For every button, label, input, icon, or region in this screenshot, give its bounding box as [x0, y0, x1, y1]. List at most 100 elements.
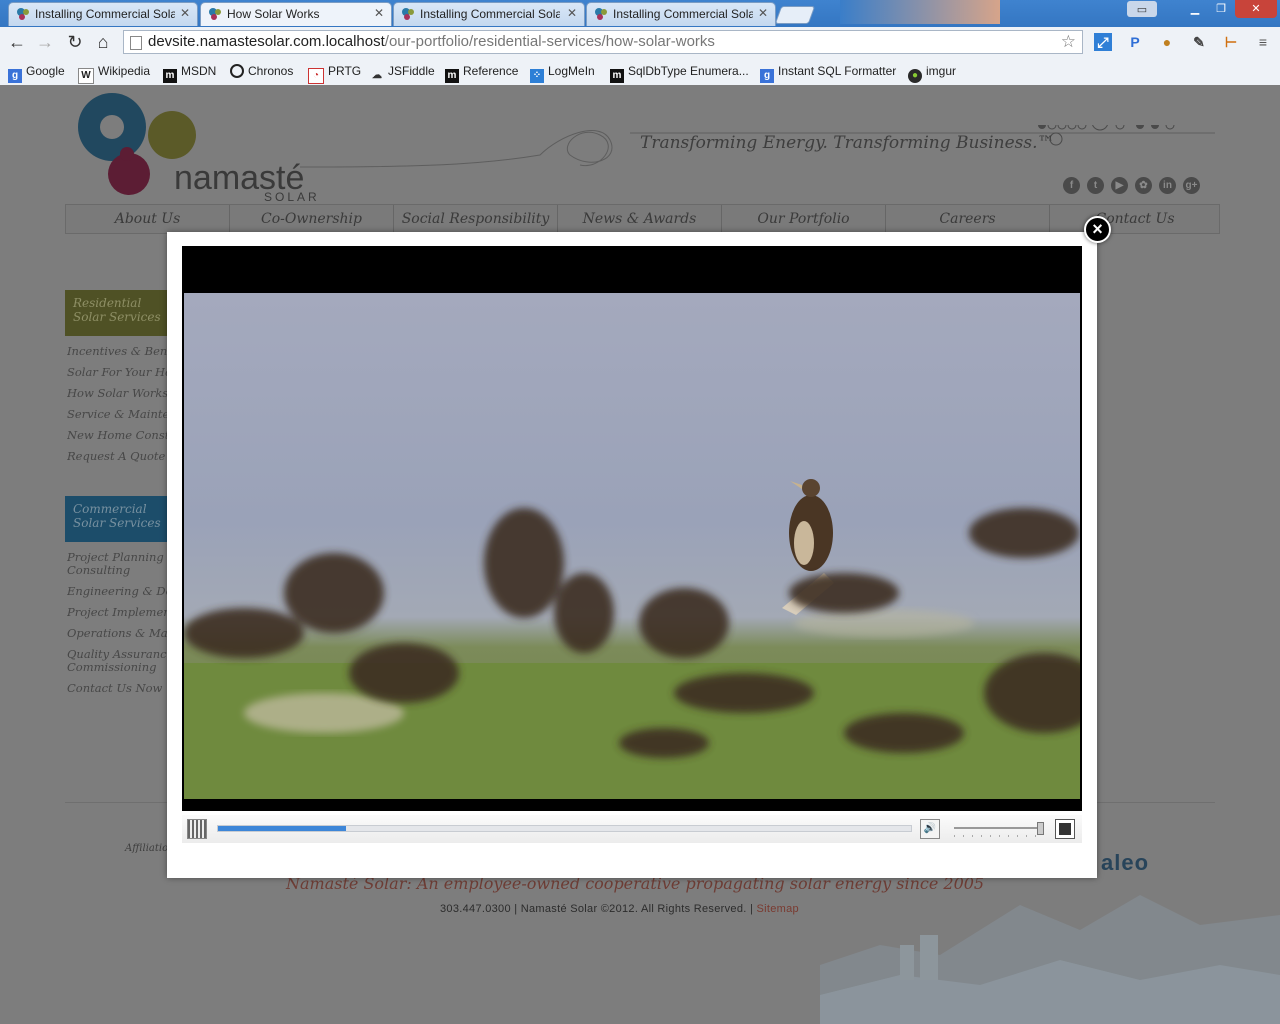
- tab-installing-commercial-3[interactable]: Installing Commercial Solar Pow ✕: [586, 2, 776, 26]
- eyedropper-icon[interactable]: ✎: [1190, 33, 1208, 51]
- close-icon[interactable]: ×: [1084, 216, 1111, 243]
- video-frame-birds-on-grass[interactable]: [184, 293, 1080, 799]
- back-arrow-icon[interactable]: ←: [6, 31, 28, 53]
- p-icon[interactable]: P: [1126, 33, 1144, 51]
- cookie-icon[interactable]: ●: [1158, 33, 1176, 51]
- bookmark-instant-sql-formatter[interactable]: g Instant SQL Formatter: [760, 64, 896, 83]
- tab-close-icon[interactable]: ✕: [567, 6, 577, 20]
- sidebar-link-project-planning[interactable]: Project Planning & Consulting: [67, 551, 167, 577]
- tab-installing-commercial-2[interactable]: Installing Commercial Solar Pow ✕: [393, 2, 585, 26]
- bookmark-msdn[interactable]: m MSDN: [163, 64, 216, 83]
- footer-copyright: 303.447.0300 | Namasté Solar ©2012. All …: [440, 903, 799, 915]
- google-icon: g: [8, 69, 22, 83]
- bookmark-imgur[interactable]: ● imgur: [908, 64, 956, 83]
- tab-installing-commercial-1[interactable]: Installing Commercial Solar Pow ✕: [8, 2, 198, 26]
- new-tab-button[interactable]: [774, 6, 816, 24]
- sidebar-link-engineering-design[interactable]: Engineering & Design: [67, 585, 167, 598]
- seek-bar[interactable]: [217, 825, 912, 832]
- logmein-icon: ⁘: [530, 69, 544, 83]
- resize-icon[interactable]: ⤢: [1094, 33, 1112, 51]
- restore-icon[interactable]: ❐: [1209, 0, 1233, 18]
- bookmark-logmein[interactable]: ⁘ LogMeIn: [530, 64, 595, 83]
- tab-title: Installing Commercial Solar Pow: [613, 7, 753, 21]
- namaste-favicon-icon: [209, 8, 221, 20]
- tab-close-icon[interactable]: ✕: [758, 6, 768, 20]
- commercial-services-heading[interactable]: Commercial Solar Services: [65, 496, 168, 542]
- nav-careers[interactable]: Careers: [886, 205, 1050, 233]
- logo-subtitle: SOLAR: [264, 190, 320, 204]
- browser-chrome: Installing Commercial Solar Pow ✕ How So…: [0, 0, 1280, 86]
- bookmark-star-icon[interactable]: ☆: [1061, 31, 1076, 53]
- bookmark-google[interactable]: g Google: [8, 64, 65, 83]
- sitemap-link[interactable]: Sitemap: [756, 903, 798, 915]
- msdn-icon: m: [163, 69, 177, 83]
- volume-knob[interactable]: [1036, 822, 1044, 835]
- youtube-icon[interactable]: ▶: [1111, 177, 1128, 194]
- reload-icon[interactable]: ↻: [64, 31, 86, 53]
- nav-news-awards[interactable]: News & Awards: [558, 205, 722, 233]
- bookmark-chronos[interactable]: Chronos: [230, 64, 293, 78]
- residential-services-heading[interactable]: Residential Solar Services: [65, 290, 168, 336]
- main-navigation: About Us Co-Ownership Social Responsibil…: [65, 204, 1220, 234]
- sidebar-link-contact-us-now[interactable]: Contact Us Now: [67, 682, 167, 695]
- namaste-favicon-icon: [402, 8, 414, 20]
- profile-icon[interactable]: ▭: [1127, 1, 1157, 17]
- volume-icon[interactable]: 🔊: [920, 819, 940, 839]
- nav-about-us[interactable]: About Us: [66, 205, 230, 233]
- sidebar-link-how-solar-works[interactable]: How Solar Works: [67, 387, 167, 400]
- namaste-solar-logo[interactable]: namasté SOLAR: [78, 93, 320, 204]
- tab-close-icon[interactable]: ✕: [180, 6, 190, 20]
- video-scene-illustration: [184, 479, 1080, 799]
- video-lightbox: 🔊: [167, 232, 1097, 878]
- chronos-icon: [230, 64, 244, 78]
- link-line: Consulting: [67, 563, 131, 577]
- linkedin-icon[interactable]: in: [1159, 177, 1176, 194]
- fullscreen-icon[interactable]: [1055, 819, 1075, 839]
- facebook-icon[interactable]: f: [1063, 177, 1080, 194]
- nav-social-responsibility[interactable]: Social Responsibility: [394, 205, 558, 233]
- tab-title: How Solar Works: [227, 7, 320, 21]
- sidebar-link-solar-for-home[interactable]: Solar For Your Home: [67, 366, 167, 379]
- bookmark-label: Reference: [463, 64, 519, 78]
- flickr-icon[interactable]: ✿: [1135, 177, 1152, 194]
- nav-our-portfolio[interactable]: Our Portfolio: [722, 205, 886, 233]
- forward-arrow-icon[interactable]: →: [34, 31, 56, 53]
- bookmark-wikipedia[interactable]: W Wikipedia: [78, 64, 150, 84]
- bookmark-prtg[interactable]: ◔ PRTG: [308, 64, 361, 84]
- nav-co-ownership[interactable]: Co-Ownership: [230, 205, 394, 233]
- sidebar-link-request-quote[interactable]: Request A Quote: [67, 450, 167, 463]
- address-bar[interactable]: devsite.namastesolar.com.localhost/our-p…: [123, 30, 1083, 54]
- heading-line: Residential: [73, 296, 142, 310]
- nav-contact-us[interactable]: Contact Us: [1050, 205, 1220, 233]
- bookmark-sqldbtype[interactable]: m SqlDbType Enumera...: [610, 64, 749, 83]
- twitter-icon[interactable]: t: [1087, 177, 1104, 194]
- sidebar-link-new-home-construction[interactable]: New Home Construction: [67, 429, 167, 442]
- sidebar-link-operations-maintenance[interactable]: Operations & Maintenance: [67, 627, 167, 640]
- bookmark-jsfiddle[interactable]: ☁ JSFiddle: [370, 64, 435, 83]
- volume-slider[interactable]: [954, 822, 1044, 835]
- bookmark-reference[interactable]: m Reference: [445, 64, 518, 83]
- logo-circle-hole: [100, 115, 124, 139]
- pause-icon[interactable]: [187, 819, 207, 839]
- ruler-icon[interactable]: ⊢: [1222, 33, 1240, 51]
- browser-toolbar: ← → ↻ ⌂ devsite.namastesolar.com.localho…: [0, 27, 1280, 60]
- google-plus-icon[interactable]: g+: [1183, 177, 1200, 194]
- sidebar-link-service-maintenance[interactable]: Service & Maintenance: [67, 408, 167, 421]
- video-player[interactable]: [182, 246, 1082, 811]
- tab-close-icon[interactable]: ✕: [374, 6, 384, 20]
- home-icon[interactable]: ⌂: [92, 31, 114, 53]
- sidebar-link-project-implementation[interactable]: Project Implementation: [67, 606, 167, 619]
- minimize-icon[interactable]: ▁: [1183, 0, 1207, 18]
- bookmark-label: imgur: [926, 64, 957, 78]
- sidebar-link-quality-assurance[interactable]: Quality Assurance & Commissioning: [67, 648, 167, 674]
- tab-how-solar-works[interactable]: How Solar Works ✕: [200, 2, 392, 26]
- bookmarks-bar: g Google W Wikipedia m MSDN Chronos ◔ PRTG ☁…: [0, 59, 1280, 86]
- window-close-icon[interactable]: ✕: [1235, 0, 1277, 18]
- prtg-icon: ◔: [308, 68, 324, 84]
- social-links: f t ▶ ✿ in g+: [1063, 175, 1207, 194]
- google-icon: g: [760, 69, 774, 83]
- sidebar-link-incentives[interactable]: Incentives & Benefits: [67, 345, 167, 358]
- aleo-partner-logo[interactable]: aleo: [1101, 850, 1149, 876]
- video-controls: 🔊: [182, 815, 1082, 843]
- menu-icon[interactable]: ≡: [1254, 33, 1272, 51]
